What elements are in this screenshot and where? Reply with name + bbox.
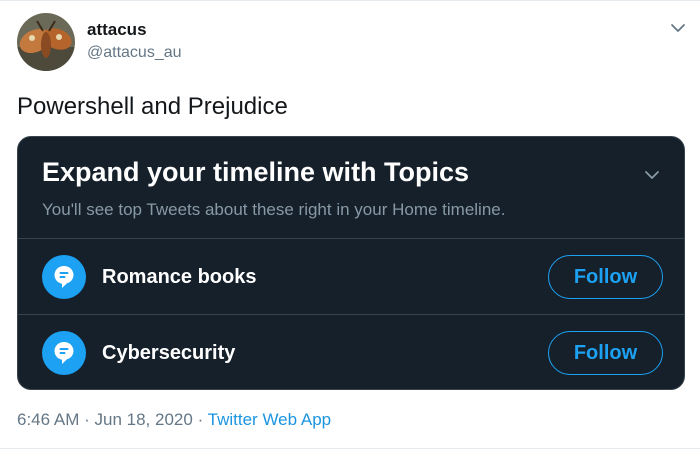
topic-row-cybersecurity[interactable]: Cybersecurity Follow: [18, 315, 684, 389]
avatar[interactable]: [17, 13, 75, 71]
follow-button[interactable]: Follow: [548, 331, 663, 375]
tweet-meta: 6:46 AM · Jun 18, 2020 · Twitter Web App: [17, 410, 331, 430]
bottom-divider: [0, 448, 700, 449]
tweet-date[interactable]: Jun 18, 2020: [95, 410, 193, 429]
user-name[interactable]: attacus: [87, 20, 147, 40]
chevron-down-icon: [671, 24, 685, 32]
card-title: Expand your timeline with Topics: [42, 157, 470, 187]
topic-icon: [42, 331, 86, 375]
card-collapse-button[interactable]: [638, 163, 666, 187]
chevron-down-icon: [645, 171, 659, 179]
topic-row-romance-books[interactable]: Romance books Follow: [18, 239, 684, 315]
topic-label: Cybersecurity: [102, 342, 236, 364]
tweet-source-link[interactable]: Twitter Web App: [208, 410, 331, 429]
tweet-text: Powershell and Prejudice: [17, 93, 288, 120]
tweet-menu-button[interactable]: [664, 16, 692, 40]
moth-avatar-icon: [17, 13, 75, 71]
tweet-time[interactable]: 6:46 AM: [17, 410, 79, 429]
meta-separator: ·: [197, 410, 204, 429]
topic-label: Romance books: [102, 266, 257, 288]
top-divider: [0, 0, 700, 1]
topics-card: Expand your timeline with Topics You'll …: [17, 136, 685, 390]
follow-button[interactable]: Follow: [548, 255, 663, 299]
meta-separator: ·: [84, 410, 90, 429]
topic-icon: [42, 255, 86, 299]
card-subtitle: You'll see top Tweets about these right …: [42, 200, 506, 219]
user-handle[interactable]: @attacus_au: [87, 44, 182, 62]
